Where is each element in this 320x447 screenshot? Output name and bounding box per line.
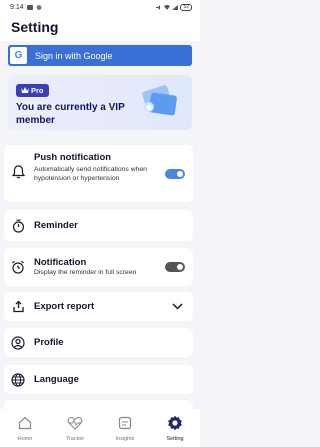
insights-icon	[115, 413, 135, 433]
mute-icon	[156, 4, 161, 10]
gear-icon	[165, 413, 185, 433]
push-notification-card: Push notification Automatically send not…	[4, 145, 193, 202]
reminder-title: Reminder	[34, 220, 78, 231]
google-signin-label: Sign in with Google	[35, 50, 113, 61]
battery-indicator: 52	[180, 3, 192, 11]
push-notification-toggle[interactable]	[165, 168, 185, 179]
language-title: Language	[34, 374, 79, 385]
status-time: 9:14	[10, 3, 24, 11]
nav-insights-label: Insights	[115, 436, 135, 442]
profile-icon	[10, 335, 26, 351]
page-title: Setting	[11, 19, 59, 35]
pro-badge: Pro	[16, 83, 49, 97]
notification-card: Notification Display the reminder in ful…	[4, 248, 193, 286]
pro-badge-label: Pro	[31, 85, 44, 95]
push-notification-subtitle: Automatically send notifications when hy…	[34, 166, 147, 182]
nav-tracker-label: Tracker	[65, 436, 85, 442]
status-bar: 9:14 52	[0, 0, 200, 14]
bell-icon	[10, 164, 26, 180]
bottom-nav: Home Tracker Insights Setting	[0, 409, 200, 447]
reminder-row[interactable]: Reminder	[4, 210, 193, 241]
nav-insights[interactable]: Insights	[103, 413, 147, 442]
toggle-knob	[177, 264, 183, 270]
profile-title: Profile	[34, 337, 64, 348]
home-icon	[15, 413, 35, 433]
chevron-down-icon[interactable]	[172, 303, 183, 310]
alarm-clock-icon	[10, 259, 26, 275]
google-logo-icon: G	[10, 47, 27, 64]
nav-home-label: Home	[17, 436, 33, 442]
nav-setting[interactable]: Setting	[153, 413, 197, 442]
vip-illustration-icon	[142, 85, 177, 116]
vip-status-text: You are currently a VIP member	[16, 102, 125, 126]
language-row[interactable]: Language	[4, 365, 193, 394]
profile-row[interactable]: Profile	[4, 328, 193, 357]
nav-home[interactable]: Home	[3, 413, 47, 442]
page-header: Setting	[0, 14, 200, 41]
message-icon	[36, 4, 42, 10]
export-report-title: Export report	[34, 301, 95, 312]
google-signin-button[interactable]: G Sign in with Google	[8, 45, 192, 66]
notification-subtitle: Display the reminder in full screen	[34, 269, 137, 276]
notification-toggle[interactable]	[165, 262, 185, 272]
wifi-icon	[164, 4, 171, 10]
notification-title: Notification	[34, 257, 87, 268]
nav-setting-label: Setting	[166, 436, 184, 442]
nav-tracker[interactable]: Tracker	[53, 413, 97, 442]
heart-pulse-icon	[65, 413, 85, 433]
vip-card[interactable]: Pro You are currently a VIP member	[8, 75, 192, 130]
signal-icon	[172, 4, 179, 10]
push-notification-title: Push notification	[34, 152, 112, 163]
globe-icon	[10, 372, 26, 388]
timer-icon	[10, 218, 26, 234]
crown-icon	[21, 87, 29, 93]
notification-icon	[26, 4, 33, 10]
toggle-knob	[177, 170, 183, 177]
export-icon	[10, 299, 26, 315]
export-report-row[interactable]: Export report	[4, 292, 193, 321]
